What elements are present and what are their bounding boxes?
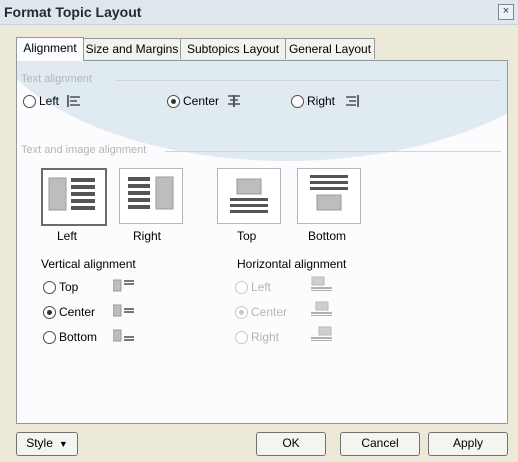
radio-label: Bottom — [59, 330, 98, 344]
text-align-left-radio[interactable]: Left — [23, 94, 81, 108]
title-bar[interactable]: Format Topic Layout × — [0, 0, 518, 25]
radio-circle — [167, 94, 180, 108]
close-button[interactable]: × — [498, 4, 514, 20]
image-right-layout-icon — [128, 176, 174, 210]
tab-general-layout[interactable]: General Layout — [285, 38, 375, 59]
layout-image-right-tile[interactable] — [119, 168, 183, 224]
vertical-bottom-icon — [113, 329, 134, 342]
vertical-center-icon — [113, 304, 134, 317]
text-align-center-radio[interactable]: Center — [167, 94, 241, 108]
align-right-icon — [346, 95, 360, 107]
text-align-right-radio[interactable]: Right — [291, 94, 360, 108]
radio-circle — [291, 94, 304, 108]
horizontal-left-icon — [311, 276, 332, 291]
tab-size-and-margins[interactable]: Size and Margins — [83, 38, 181, 59]
alignment-panel: Text alignment Left Center Right Text an… — [16, 60, 508, 424]
radio-circle — [43, 305, 56, 319]
image-bottom-layout-icon — [310, 175, 348, 211]
style-dropdown-button[interactable]: Style ▼ — [16, 432, 78, 456]
apply-button[interactable]: Apply — [428, 432, 508, 456]
chevron-down-icon: ▼ — [58, 439, 68, 449]
radio-label: Left — [39, 94, 60, 108]
radio-circle — [235, 280, 248, 294]
horizontal-align-center-radio[interactable]: Center — [235, 305, 287, 319]
tile-label-right: Right — [133, 229, 162, 243]
image-left-layout-icon — [48, 177, 95, 211]
horizontal-center-icon — [311, 301, 332, 316]
tile-label-bottom: Bottom — [308, 229, 347, 243]
group-divider — [165, 151, 501, 152]
radio-label: Center — [59, 305, 96, 319]
radio-label: Center — [183, 94, 220, 108]
radio-label: Top — [59, 280, 79, 294]
vertical-align-bottom-radio[interactable]: Bottom — [43, 330, 97, 344]
horizontal-align-left-radio[interactable]: Left — [235, 280, 271, 294]
horizontal-align-right-radio[interactable]: Right — [235, 330, 279, 344]
radio-circle — [235, 330, 248, 344]
horizontal-right-icon — [311, 326, 332, 341]
tab-subtopics-layout[interactable]: Subtopics Layout — [180, 38, 286, 59]
dialog-title: Format Topic Layout — [4, 4, 142, 20]
radio-label: Left — [251, 280, 272, 294]
text-image-alignment-group-title: Text and image alignment — [21, 144, 147, 156]
vertical-top-icon — [113, 279, 134, 292]
horizontal-alignment-heading: Horizontal alignment — [237, 257, 347, 271]
group-divider — [115, 80, 501, 81]
radio-circle — [23, 94, 36, 108]
radio-label: Right — [307, 94, 336, 108]
align-center-icon — [228, 95, 241, 107]
image-top-layout-icon — [230, 178, 268, 213]
vertical-align-center-radio[interactable]: Center — [43, 305, 95, 319]
vertical-align-top-radio[interactable]: Top — [43, 280, 78, 294]
vertical-alignment-heading: Vertical alignment — [41, 257, 136, 271]
radio-label: Right — [251, 330, 280, 344]
radio-label: Center — [251, 305, 288, 319]
radio-circle — [235, 305, 248, 319]
format-topic-layout-dialog: Format Topic Layout × Alignment Size and… — [0, 0, 518, 462]
radio-circle — [43, 330, 56, 344]
tab-alignment[interactable]: Alignment — [16, 37, 84, 61]
tile-label-top: Top — [237, 229, 257, 243]
layout-image-top-tile[interactable] — [217, 168, 281, 224]
cancel-button[interactable]: Cancel — [340, 432, 420, 456]
radio-circle — [43, 280, 56, 294]
align-left-icon — [67, 95, 81, 107]
ok-button[interactable]: OK — [256, 432, 326, 456]
layout-image-bottom-tile[interactable] — [297, 168, 361, 224]
tile-label-left: Left — [57, 229, 78, 243]
style-label: Style — [26, 436, 53, 450]
layout-image-left-tile[interactable] — [41, 168, 107, 226]
text-alignment-group-title: Text alignment — [21, 73, 92, 85]
